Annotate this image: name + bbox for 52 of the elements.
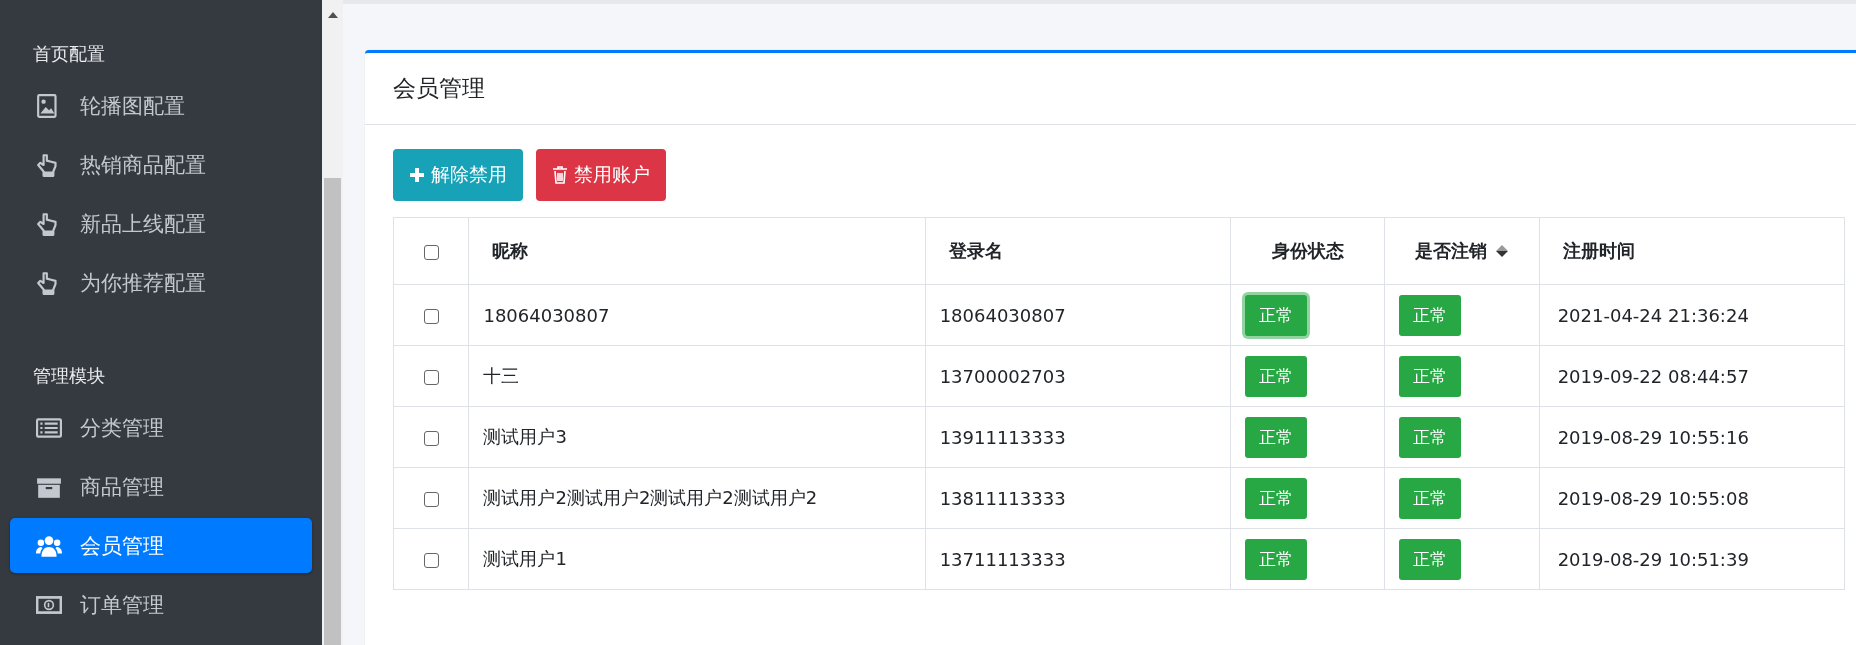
registration-time-cell: 2019-08-29 10:51:39 xyxy=(1557,548,1749,570)
sidebar-item[interactable]: 新品上线配置 xyxy=(10,196,312,251)
sidebar-item[interactable]: 会员管理 xyxy=(10,518,312,573)
sidebar-item[interactable]: 轮播图配置 xyxy=(10,78,312,133)
nickname-cell: 十三 xyxy=(483,365,520,386)
cancel-status-button[interactable]: 正常 xyxy=(1399,538,1462,580)
column-header: 注册时间 xyxy=(1561,239,1635,263)
sidebar-item[interactable]: 热销商品配置 xyxy=(10,137,312,192)
checkbox[interactable] xyxy=(423,431,439,446)
status-button[interactable]: 正常 xyxy=(1244,355,1307,397)
checkbox[interactable] xyxy=(423,309,439,324)
plus-icon xyxy=(409,166,425,184)
checkbox[interactable] xyxy=(423,245,439,260)
column-header: 昵称 xyxy=(491,239,529,263)
registration-time-cell: 2019-08-29 10:55:16 xyxy=(1557,426,1749,448)
status-button[interactable]: 正常 xyxy=(1244,294,1307,336)
section-heading: 首页配置 xyxy=(32,42,105,66)
cancel-status-button[interactable]: 正常 xyxy=(1399,416,1462,458)
nickname-cell: 测试用户1 xyxy=(483,548,567,569)
checkbox[interactable] xyxy=(423,370,439,385)
sidebar-item[interactable]: 订单管理 xyxy=(10,577,312,632)
checkbox[interactable] xyxy=(423,492,439,507)
registration-time-cell: 2019-08-29 10:55:08 xyxy=(1557,487,1749,509)
cancel-status-button[interactable]: 正常 xyxy=(1399,294,1462,336)
nickname-cell: 测试用户3 xyxy=(483,426,567,447)
status-button[interactable]: 正常 xyxy=(1244,416,1307,458)
card-title: 会员管理 xyxy=(393,75,485,101)
unban-button[interactable]: 解除禁用 xyxy=(393,149,523,201)
sort-icon[interactable] xyxy=(1494,244,1509,258)
login-name-cell: 13700002703 xyxy=(939,365,1066,387)
nickname-cell: 18064030807 xyxy=(483,304,610,326)
cancel-status-button[interactable]: 正常 xyxy=(1399,355,1462,397)
registration-time-cell: 2019-09-22 08:44:57 xyxy=(1557,365,1749,387)
sidebar-item[interactable]: 分类管理 xyxy=(10,400,312,455)
status-button[interactable]: 正常 xyxy=(1244,477,1307,519)
sidebar-item[interactable]: 为你推荐配置 xyxy=(10,255,312,310)
nickname-cell: 测试用户2测试用户2测试用户2测试用户2 xyxy=(483,487,818,508)
sidebar-item[interactable]: 商品管理 xyxy=(10,459,312,514)
login-name-cell: 18064030807 xyxy=(939,304,1066,326)
status-button[interactable]: 正常 xyxy=(1244,538,1307,580)
registration-time-cell: 2021-04-24 21:36:24 xyxy=(1557,304,1749,326)
trash-icon xyxy=(552,166,568,184)
cancel-status-button[interactable]: 正常 xyxy=(1399,477,1462,519)
login-name-cell: 13911113333 xyxy=(939,426,1066,448)
section-heading: 管理模块 xyxy=(32,364,105,388)
column-header: 登录名 xyxy=(947,239,1003,263)
checkbox[interactable] xyxy=(423,553,439,568)
column-header: 身份状态 xyxy=(1271,239,1344,263)
login-name-cell: 13711113333 xyxy=(939,548,1066,570)
ban-button[interactable]: 禁用账户 xyxy=(536,149,666,201)
scrollbar[interactable] xyxy=(322,0,343,645)
login-name-cell: 13811113333 xyxy=(939,487,1066,509)
